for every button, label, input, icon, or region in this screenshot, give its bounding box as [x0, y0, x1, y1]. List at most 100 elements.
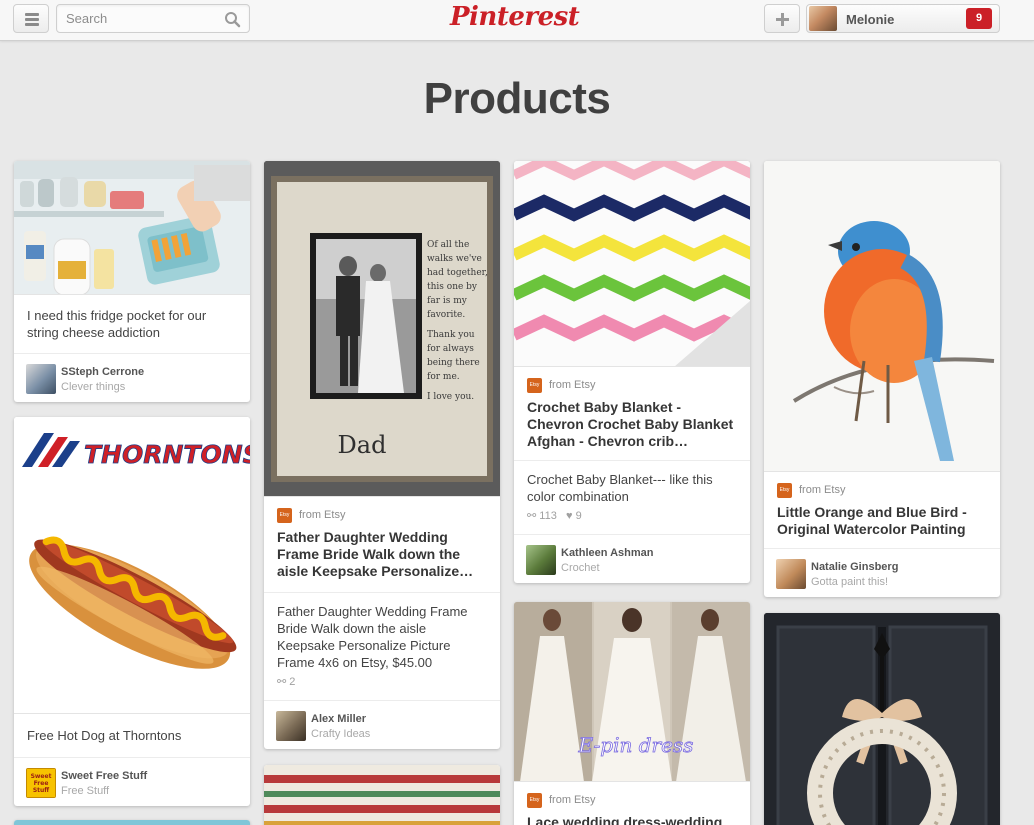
pin-source[interactable]: Etsy from Etsy	[264, 497, 500, 525]
pinner-avatar[interactable]	[776, 559, 806, 589]
pinner-name[interactable]: SSteph Cerrone	[61, 366, 144, 378]
etsy-icon: Etsy	[527, 378, 542, 393]
svg-text:favorite.: favorite.	[427, 310, 465, 320]
board-name[interactable]: Gotta paint this!	[811, 576, 888, 588]
pin-attribution[interactable]: SSteph Cerrone Clever things	[14, 353, 250, 402]
pinner-avatar[interactable]	[26, 364, 56, 394]
plus-icon-vertical	[781, 13, 784, 26]
etsy-icon: Etsy	[527, 793, 542, 808]
pin-image[interactable]	[764, 613, 1000, 825]
svg-text:Sweet: Sweet	[31, 773, 52, 780]
svg-text:had together,: had together,	[427, 268, 488, 278]
thorntons-hotdog-image: THORNTONS	[14, 417, 250, 713]
pinner-name[interactable]: Alex Miller	[311, 713, 366, 725]
pin-title[interactable]: Father Daughter Wedding Frame Bride Walk…	[264, 525, 500, 592]
pinner-name[interactable]: Sweet Free Stuff	[61, 770, 147, 782]
source-text[interactable]: from Etsy	[549, 379, 595, 391]
pin-image[interactable]: E-pin dress	[514, 602, 750, 782]
source-text[interactable]: from Etsy	[549, 794, 595, 806]
heart-icon: ♥	[566, 510, 573, 522]
svg-text:walks we've: walks we've	[427, 254, 482, 264]
pin-title[interactable]: Little Orange and Blue Bird - Original W…	[764, 500, 1000, 548]
menu-icon-bar	[25, 18, 39, 21]
svg-text:for always: for always	[427, 344, 474, 354]
repin-count: 2	[289, 676, 296, 688]
pin-attribution[interactable]: Alex Miller Crafty Ideas	[264, 700, 500, 749]
pin-card[interactable]: Etsy from Etsy Little Orange and Blue Bi…	[764, 161, 1000, 597]
top-navigation-bar: Pinterest Melonie 9	[0, 0, 1034, 41]
pin-image[interactable]: Of all the walks we've had together, thi…	[264, 161, 500, 497]
pin-title[interactable]: Crochet Baby Blanket - Chevron Crochet B…	[514, 395, 750, 460]
pin-source[interactable]: Etsy from Etsy	[514, 367, 750, 395]
svg-text:being there: being there	[427, 358, 480, 368]
repin-count: 113	[539, 510, 557, 522]
repin-icon: ⚯	[277, 676, 287, 688]
pin-card-partial[interactable]	[14, 820, 250, 825]
svg-text:Free: Free	[34, 780, 49, 787]
pin-title[interactable]: Lace wedding dress-wedding	[514, 810, 750, 825]
pin-source[interactable]: Etsy from Etsy	[764, 472, 1000, 500]
pin-attribution[interactable]: Natalie Ginsberg Gotta paint this!	[764, 548, 1000, 597]
pin-card[interactable]	[764, 613, 1000, 825]
pin-description: Free Hot Dog at Thorntons	[27, 728, 182, 743]
svg-text:far is my: far is my	[427, 296, 468, 306]
pin-stats: ⚯ 2	[264, 675, 500, 700]
menu-button[interactable]	[13, 4, 49, 33]
etsy-icon: Etsy	[277, 508, 292, 523]
pin-card[interactable]: I need this fridge pocket for our string…	[14, 161, 250, 402]
svg-text:for me.: for me.	[427, 372, 460, 382]
board-name[interactable]: Crochet	[561, 562, 600, 574]
pin-image[interactable]: THORNTONS	[14, 417, 250, 714]
pin-description: Crochet Baby Blanket--- like this color …	[514, 460, 750, 509]
pinner-name[interactable]: Kathleen Ashman	[561, 547, 654, 559]
frame-caption: Dad	[338, 431, 387, 459]
etsy-icon: Etsy	[777, 483, 792, 498]
pin-card-partial[interactable]	[264, 765, 500, 825]
source-text[interactable]: from Etsy	[799, 484, 845, 496]
pin-image[interactable]	[14, 161, 250, 295]
svg-text:Of all the: Of all the	[427, 240, 469, 250]
repin-icon: ⚯	[527, 510, 537, 522]
search-icon[interactable]	[224, 11, 241, 28]
door-wreath-photo	[764, 613, 1000, 825]
svg-text:this one by: this one by	[427, 282, 478, 292]
pinterest-logo[interactable]: Pinterest	[450, 0, 580, 36]
lace-dress-photo: E-pin dress	[514, 602, 750, 781]
pinner-avatar[interactable]: Sweet Free Stuff	[26, 768, 56, 798]
pin-description: Father Daughter Wedding Frame Bride Walk…	[264, 592, 500, 675]
pinner-name[interactable]: Natalie Ginsberg	[811, 561, 898, 573]
wedding-frame-photo: Of all the walks we've had together, thi…	[264, 161, 500, 496]
board-name[interactable]: Free Stuff	[61, 785, 109, 797]
knit-sweater-image	[264, 765, 500, 825]
pin-description: I need this fridge pocket for our string…	[27, 308, 207, 340]
pin-source[interactable]: Etsy from Etsy	[514, 782, 750, 810]
pin-attribution[interactable]: Sweet Free Stuff Sweet Free Stuff Free S…	[14, 757, 250, 806]
pin-image[interactable]	[14, 820, 250, 825]
pinner-avatar[interactable]	[526, 545, 556, 575]
page-title: Products	[423, 74, 611, 123]
search-input[interactable]	[57, 5, 217, 32]
board-name[interactable]: Crafty Ideas	[311, 728, 370, 740]
svg-text:I love you.: I love you.	[427, 392, 474, 402]
sweet-free-stuff-avatar: Sweet Free Stuff	[27, 769, 55, 797]
thorntons-logo-text: THORNTONS	[84, 440, 250, 469]
pin-card[interactable]: E-pin dress Etsy from Etsy Lace wedding …	[514, 602, 750, 825]
notification-badge[interactable]: 9	[966, 8, 992, 29]
add-pin-button[interactable]	[764, 4, 800, 33]
search-box	[56, 4, 250, 33]
board-name[interactable]: Clever things	[61, 381, 125, 393]
chevron-blanket-photo	[514, 161, 750, 366]
source-text[interactable]: from Etsy	[299, 509, 345, 521]
pin-image[interactable]	[764, 161, 1000, 472]
pin-card[interactable]: THORNTONS Free Hot Dog at Thorntons Swee…	[14, 417, 250, 806]
like-count: 9	[575, 510, 582, 522]
pin-card[interactable]: Of all the walks we've had together, thi…	[264, 161, 500, 749]
pinner-avatar[interactable]	[276, 711, 306, 741]
pin-image[interactable]	[514, 161, 750, 367]
pin-card[interactable]: Etsy from Etsy Crochet Baby Blanket - Ch…	[514, 161, 750, 583]
svg-text:Thank you: Thank you	[427, 330, 475, 340]
watercolor-bird-painting	[764, 161, 1000, 471]
pin-attribution[interactable]: Kathleen Ashman Crochet	[514, 534, 750, 583]
fridge-pocket-photo	[14, 161, 250, 294]
user-avatar	[809, 6, 837, 31]
